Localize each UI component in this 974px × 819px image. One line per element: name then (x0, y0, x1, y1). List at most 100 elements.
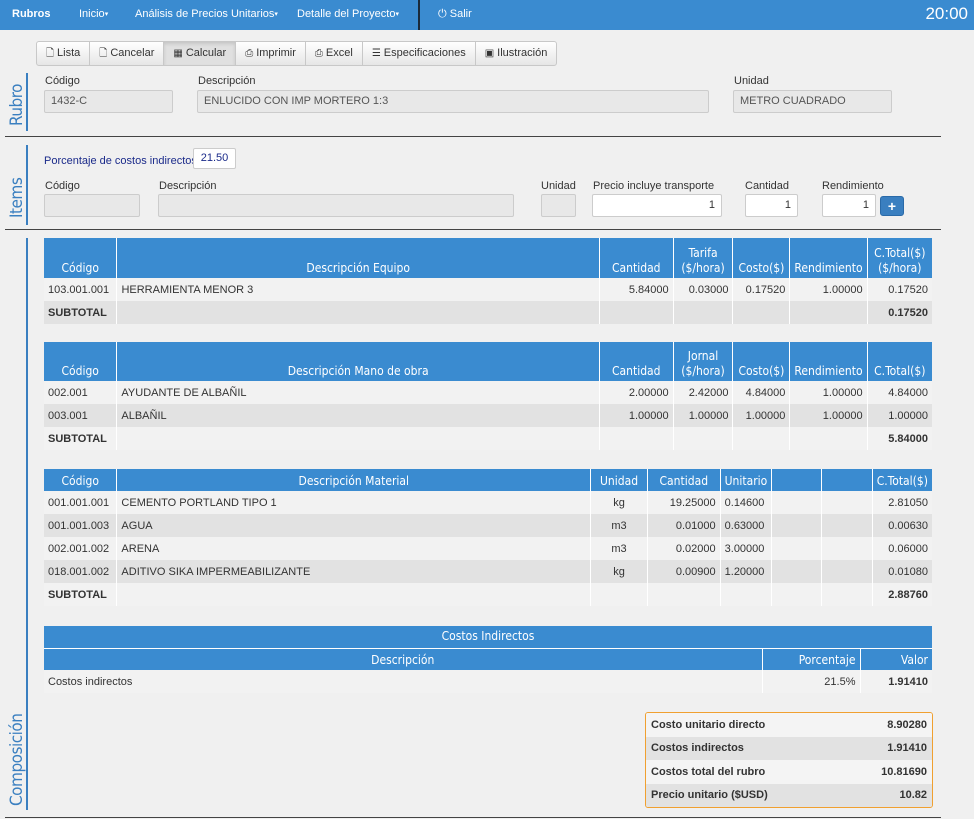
porcentaje-input[interactable]: 21.50 (193, 148, 236, 169)
cell-descripcion: ALBAÑIL (116, 404, 600, 427)
file-icon: 🗋 (99, 48, 108, 59)
empty-cell (732, 301, 790, 324)
column-header[interactable]: Código (44, 342, 117, 381)
brand-link[interactable]: Rubros (12, 8, 51, 20)
column-header[interactable] (821, 469, 873, 491)
column-header[interactable]: Valor (859, 648, 932, 670)
rendimiento-label: Rendimiento (822, 180, 884, 192)
cell-unitario: 0.14600 (719, 491, 772, 514)
excel-button[interactable]: ⎙ Excel (304, 41, 363, 66)
lista-label: Lista (57, 47, 81, 59)
calcular-button[interactable]: ▦ Calcular (163, 41, 237, 66)
nav-inicio-label: Inicio (79, 8, 105, 20)
column-header[interactable]: Cantidad (598, 238, 674, 278)
summary-label: Precio unitario ($USD) (651, 789, 768, 802)
indirectos-table: Costos Indirectos Descripción Porcentaje… (44, 626, 932, 693)
cell-unitario: 0.63000 (719, 514, 772, 537)
subtotal-row: SUBTOTAL 2.88760 (44, 583, 932, 606)
cell-empty (771, 514, 822, 537)
table-row[interactable]: 002.001.002 ARENA m3 0.02000 3.00000 0.0… (44, 537, 932, 560)
list-icon: ☰ (371, 48, 381, 59)
column-header[interactable]: C.Total($) (866, 342, 932, 381)
chevron-down-icon: ▾ (395, 11, 399, 19)
descripcion-field[interactable]: ENLUCIDO CON IMP MORTERO 1:3 (197, 90, 709, 113)
porcentaje-label: Porcentaje de costos indirectos (44, 155, 197, 167)
column-header[interactable]: Descripción (44, 648, 762, 670)
column-header[interactable] (771, 469, 822, 491)
ilustracion-label: Ilustración (497, 47, 548, 59)
cantidad-input[interactable]: 1 (745, 194, 798, 217)
item-descripcion-label: Descripción (159, 180, 217, 192)
cell-empty (821, 537, 873, 560)
column-header[interactable]: Unidad (590, 469, 648, 491)
lista-button[interactable]: 🗋 Lista (36, 41, 91, 66)
empty-cell (771, 583, 822, 606)
column-header[interactable]: Rendimiento (789, 342, 868, 381)
column-header[interactable]: Tarifa ($/hora) (672, 238, 733, 278)
cell-rendimiento: 1.00000 (789, 381, 868, 404)
summary-value: 10.81690 (881, 765, 927, 778)
cantidad-label: Cantidad (745, 180, 790, 192)
table-row[interactable]: 103.001.001 HERRAMIENTA MENOR 3 5.84000 … (44, 278, 932, 301)
column-header[interactable]: Cantidad (646, 469, 721, 491)
section-divider (5, 136, 941, 137)
cell-empty (771, 537, 822, 560)
nav-analisis[interactable]: Análisis de Precios Unitarios▾ (135, 8, 278, 20)
header-jornal: Jornal ($/hora) (681, 349, 725, 378)
summary-label: Costos total del rubro (651, 765, 766, 778)
items-section-label: Items (7, 177, 27, 218)
column-header[interactable]: Código (44, 469, 117, 491)
cell-ctotal: 1.00000 (866, 404, 932, 427)
nav-analisis-label: Análisis de Precios Unitarios (135, 8, 275, 20)
nav-inicio[interactable]: Inicio▾ (79, 8, 108, 20)
logout-link[interactable]: ⏻ Salir (438, 8, 472, 21)
column-header[interactable]: Jornal ($/hora) (672, 342, 733, 381)
summary-label: Costos indirectos (651, 742, 744, 755)
action-toolbar: 🗋 Lista 🗋 Cancelar ▦ Calcular ⎙ Imprimir ⎙ Ex… (36, 41, 558, 66)
column-header[interactable]: Cantidad (598, 342, 674, 381)
column-header[interactable]: Descripción Mano de obra (116, 342, 600, 381)
column-header[interactable]: C.Total($) (871, 469, 932, 491)
table-row[interactable]: Costos indirectos 21.5% 1.91410 (44, 670, 932, 693)
clock: 20:00 (925, 4, 968, 23)
nav-detalle[interactable]: Detalle del Proyecto▾ (297, 8, 399, 20)
item-unidad-input[interactable] (541, 194, 576, 217)
cell-costo: 0.17520 (732, 278, 790, 301)
item-descripcion-input[interactable] (158, 194, 514, 217)
column-header[interactable]: Porcentaje (761, 648, 860, 670)
column-header[interactable]: Código (44, 238, 117, 278)
rendimiento-input[interactable]: 1 (822, 194, 876, 217)
column-header[interactable]: Costo($) (732, 342, 790, 381)
imprimir-button[interactable]: ⎙ Imprimir (235, 41, 306, 66)
table-row[interactable]: 018.001.002 ADITIVO SIKA IMPERMEABILIZAN… (44, 560, 932, 583)
summary-row: Costos indirectos 1.91410 (646, 736, 932, 760)
cancelar-button[interactable]: 🗋 Cancelar (89, 41, 165, 66)
empty-cell (116, 301, 600, 324)
cell-unitario: 3.00000 (719, 537, 772, 560)
especificaciones-button[interactable]: ☰ Especificaciones (361, 41, 476, 66)
codigo-field[interactable]: 1432-C (44, 90, 173, 113)
power-icon: ⏻ (438, 8, 447, 20)
item-codigo-input[interactable] (44, 194, 140, 217)
column-header[interactable]: C.Total($) ($/hora) (866, 238, 932, 278)
table-row[interactable]: 003.001 ALBAÑIL 1.00000 1.00000 1.00000 … (44, 404, 932, 427)
ilustracion-button[interactable]: ▣ Ilustración (474, 41, 558, 66)
transporte-input[interactable]: 1 (592, 194, 722, 217)
table-row[interactable]: 001.001.001 CEMENTO PORTLAND TIPO 1 kg 1… (44, 491, 932, 514)
cell-cantidad: 0.02000 (646, 537, 721, 560)
column-header[interactable]: Rendimiento (789, 238, 868, 278)
cell-unidad: m3 (590, 537, 648, 560)
column-header[interactable]: Unitario (719, 469, 772, 491)
section-divider (5, 817, 941, 818)
mano-obra-table: Código Descripción Mano de obra Cantidad… (44, 342, 932, 450)
column-header[interactable]: Descripción Equipo (116, 238, 600, 278)
subtotal-label: SUBTOTAL (44, 583, 117, 606)
column-header[interactable]: Costo($) (732, 238, 790, 278)
add-item-button[interactable]: + (880, 196, 904, 216)
column-header[interactable]: Descripción Material (116, 469, 591, 491)
indirectos-title: Costos Indirectos (44, 626, 932, 649)
table-row[interactable]: 002.001 AYUDANTE DE ALBAÑIL 2.00000 2.42… (44, 381, 932, 404)
unidad-field[interactable]: METRO CUADRADO (733, 90, 892, 113)
empty-cell (646, 583, 721, 606)
table-row[interactable]: 001.001.003 AGUA m3 0.01000 0.63000 0.00… (44, 514, 932, 537)
